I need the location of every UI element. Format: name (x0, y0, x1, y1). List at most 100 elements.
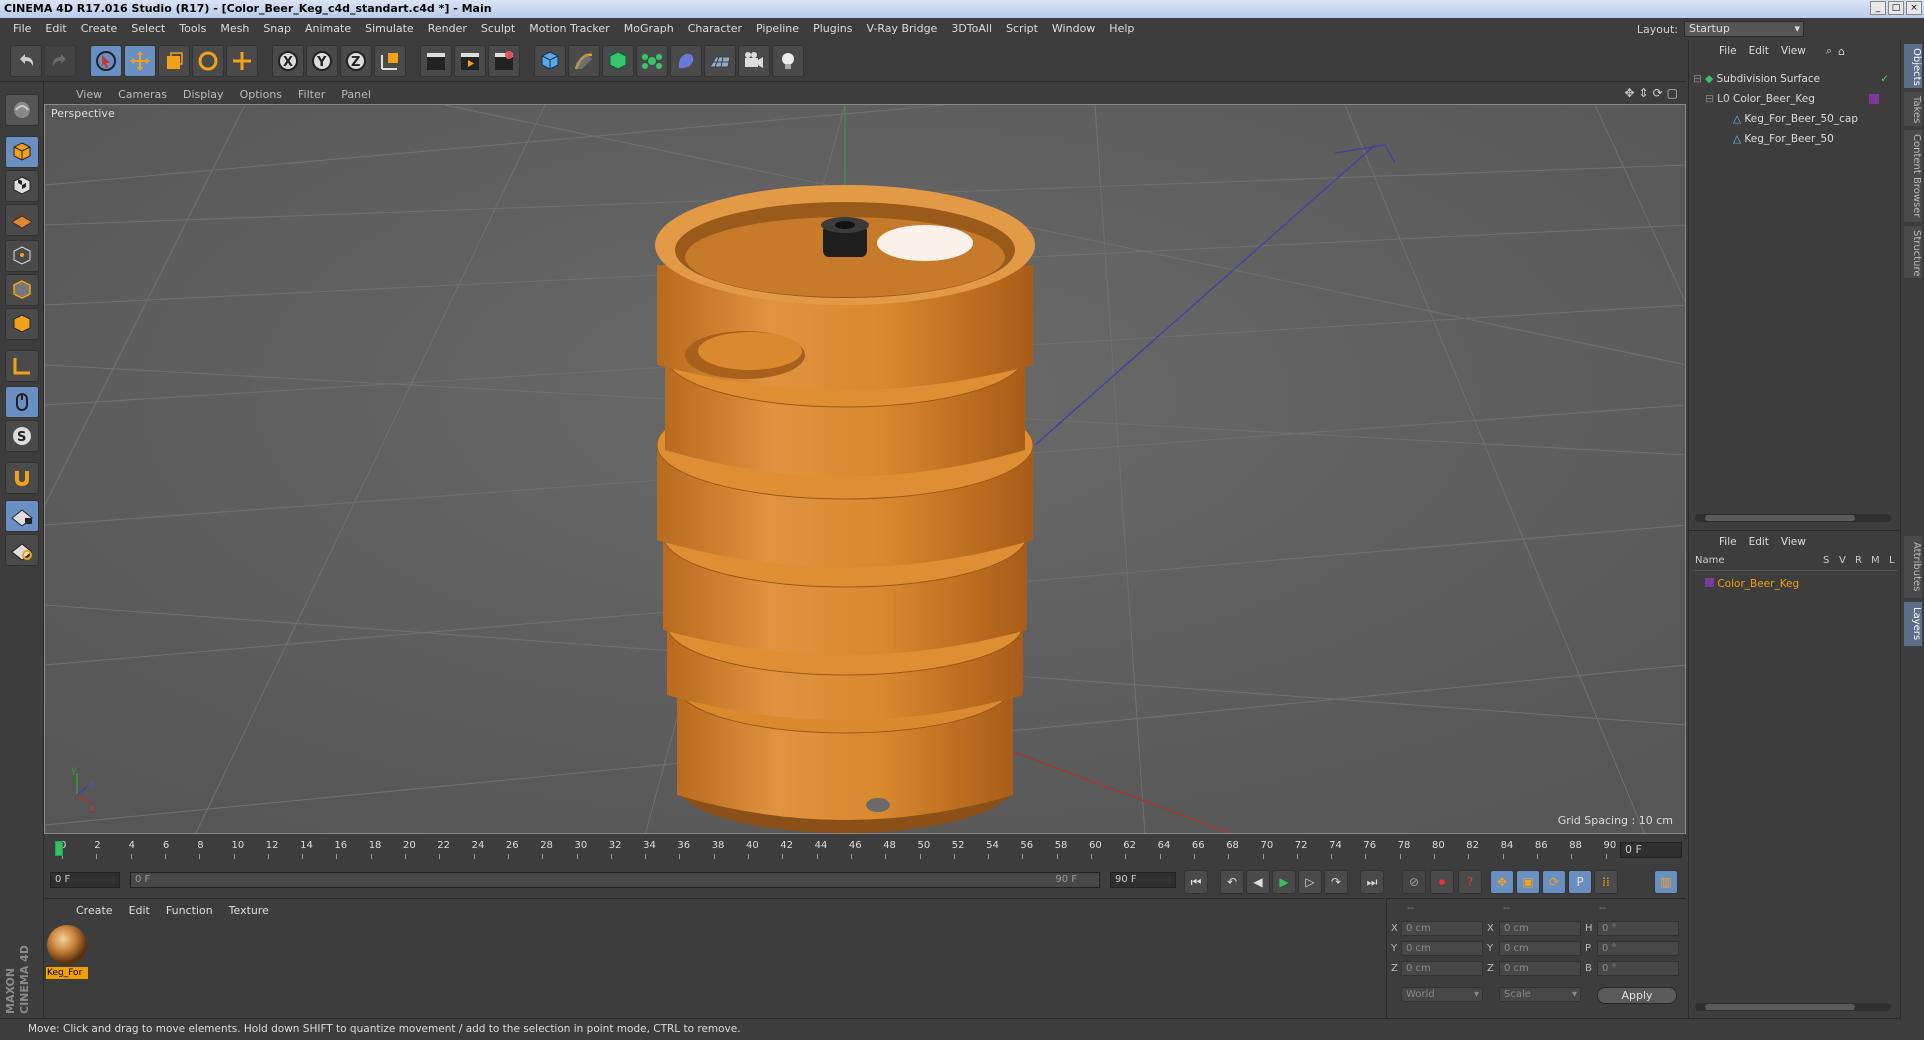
layer-menu-edit[interactable]: Edit (1743, 536, 1775, 548)
material-menu-edit[interactable]: Edit (121, 904, 158, 917)
column-locked[interactable]: L (1889, 555, 1895, 566)
size-z-field[interactable]: 0 cm (1499, 961, 1581, 976)
texture-mode-button[interactable] (5, 170, 39, 202)
next-frame-button[interactable]: ▷ (1298, 870, 1322, 894)
viewport-menu-options[interactable]: Options (232, 88, 290, 101)
material-menu-texture[interactable]: Texture (221, 904, 277, 917)
object-row-color-beer-keg[interactable]: ⊟ L0 Color_Beer_Keg (1693, 90, 1893, 108)
key-parameter-button[interactable]: P (1568, 870, 1592, 894)
points-mode-button[interactable] (5, 240, 39, 272)
column-solo[interactable]: S (1823, 555, 1829, 566)
undo-button[interactable] (10, 44, 42, 77)
add-subdivision-button[interactable] (602, 44, 634, 77)
apply-button[interactable]: Apply (1597, 987, 1677, 1004)
tab-attributes[interactable]: Attributes (1904, 536, 1922, 598)
scale-tool-button[interactable] (158, 44, 190, 77)
tab-objects[interactable]: Objects (1904, 44, 1922, 88)
next-key-button[interactable]: ↷ (1324, 870, 1348, 894)
z-axis-lock-button[interactable]: Z (340, 44, 372, 77)
menu-mograph[interactable]: MoGraph (617, 18, 681, 40)
axis-mode-button[interactable] (5, 350, 39, 382)
column-view[interactable]: V (1839, 555, 1846, 566)
column-manager[interactable]: M (1871, 555, 1880, 566)
column-render[interactable]: R (1855, 555, 1862, 566)
close-button[interactable]: × (1906, 1, 1922, 15)
size-x-field[interactable]: 0 cm (1499, 921, 1581, 936)
key-scale-button[interactable]: ▣ (1516, 870, 1540, 894)
search-icon[interactable]: ⌕ (1826, 44, 1832, 58)
frame-range-slider[interactable]: 0 F 90 F (130, 872, 1100, 888)
layout-dropdown[interactable]: Startup ▾ (1684, 21, 1804, 37)
menu-sculpt[interactable]: Sculpt (474, 18, 522, 40)
add-mograph-cloner-button[interactable] (636, 44, 668, 77)
go-to-end-button[interactable]: ⏭ (1360, 870, 1384, 894)
menu-3dtoall[interactable]: 3DToAll (944, 18, 999, 40)
snapping-button[interactable]: S (5, 420, 39, 452)
layer-row-color-beer-keg[interactable]: Color_Beer_Keg (1693, 575, 1893, 593)
object-row-keg-cap[interactable]: △ Keg_For_Beer_50_cap (1693, 110, 1893, 128)
layer-menu-view[interactable]: View (1775, 536, 1812, 548)
add-cube-button[interactable] (534, 44, 566, 77)
tweak-mode-button[interactable] (5, 386, 39, 418)
add-pen-spline-button[interactable] (568, 44, 600, 77)
viewport-rotate-icon[interactable]: ⟳ (1653, 86, 1663, 100)
rot-h-field[interactable]: 0 ° (1597, 921, 1679, 936)
render-settings-button[interactable] (488, 44, 520, 77)
add-camera-button[interactable] (738, 44, 770, 77)
menu-mesh[interactable]: Mesh (213, 18, 256, 40)
menu-script[interactable]: Script (999, 18, 1045, 40)
add-light-button[interactable] (772, 44, 804, 77)
menu-edit[interactable]: Edit (38, 18, 73, 40)
minimize-button[interactable]: _ (1870, 1, 1886, 15)
play-button[interactable]: ▶ (1272, 870, 1296, 894)
menu-pipeline[interactable]: Pipeline (749, 18, 806, 40)
menu-plugins[interactable]: Plugins (806, 18, 859, 40)
keyframe-selection-button[interactable]: ? (1458, 870, 1482, 894)
viewport-camera-label[interactable]: Perspective (47, 107, 119, 120)
edges-mode-button[interactable] (5, 274, 39, 306)
rot-b-field[interactable]: 0 ° (1597, 961, 1679, 976)
tab-content-browser[interactable]: Content Browser (1904, 130, 1922, 222)
viewport-menu-panel[interactable]: Panel (333, 88, 379, 101)
y-axis-lock-button[interactable]: Y (306, 44, 338, 77)
material-menu-function[interactable]: Function (158, 904, 221, 917)
menu-create[interactable]: Create (74, 18, 125, 40)
object-row-keg-body[interactable]: △ Keg_For_Beer_50 (1693, 130, 1893, 148)
add-deformer-button[interactable] (670, 44, 702, 77)
menu-animate[interactable]: Animate (298, 18, 358, 40)
menu-snap[interactable]: Snap (256, 18, 298, 40)
previous-frame-button[interactable]: ◀ (1246, 870, 1270, 894)
record-keys-button[interactable]: ⊘ (1402, 870, 1426, 894)
enabled-check-icon[interactable]: ✓ (1880, 70, 1889, 88)
end-frame-field[interactable]: 90 F (1110, 872, 1176, 888)
coordinate-space-dropdown[interactable]: World ▾ (1401, 987, 1483, 1002)
layer-color-swatch[interactable] (1705, 578, 1714, 587)
menu-motion-tracker[interactable]: Motion Tracker (522, 18, 616, 40)
layer-manager-scrollbar[interactable] (1695, 1003, 1891, 1011)
menu-render[interactable]: Render (421, 18, 474, 40)
object-menu-file[interactable]: File (1713, 45, 1743, 57)
collapse-icon[interactable]: ⊟ (1705, 93, 1714, 105)
menu-help[interactable]: Help (1102, 18, 1141, 40)
menu-select[interactable]: Select (124, 18, 172, 40)
start-frame-field[interactable]: 0 F (50, 872, 120, 888)
planar-workplane-button[interactable] (5, 534, 39, 566)
home-icon[interactable]: ⌂ (1838, 45, 1845, 58)
timeline-window-button[interactable]: ▥ (1654, 870, 1678, 894)
pos-y-field[interactable]: 0 cm (1401, 941, 1483, 956)
maximize-button[interactable]: □ (1888, 1, 1904, 15)
timeline-ruler[interactable]: 0 2 4 6 8 10 12 14 16 18 20 22 24 26 28 30 32 34 36 38 40 42 4… (44, 836, 1686, 860)
tab-layers[interactable]: Layers (1904, 602, 1922, 646)
rotate-tool-button[interactable] (192, 44, 224, 77)
go-to-start-button[interactable]: ⏮ (1184, 870, 1208, 894)
current-frame-field[interactable]: 0 F (1620, 842, 1682, 858)
live-selection-button[interactable] (90, 44, 122, 77)
pos-x-field[interactable]: 0 cm (1401, 921, 1483, 936)
playhead[interactable] (55, 841, 63, 856)
menu-character[interactable]: Character (681, 18, 749, 40)
beer-keg-model[interactable] (655, 185, 1035, 833)
menu-tools[interactable]: Tools (172, 18, 213, 40)
menu-window[interactable]: Window (1045, 18, 1102, 40)
render-picture-viewer-button[interactable] (454, 44, 486, 77)
viewport-menu-display[interactable]: Display (175, 88, 232, 101)
